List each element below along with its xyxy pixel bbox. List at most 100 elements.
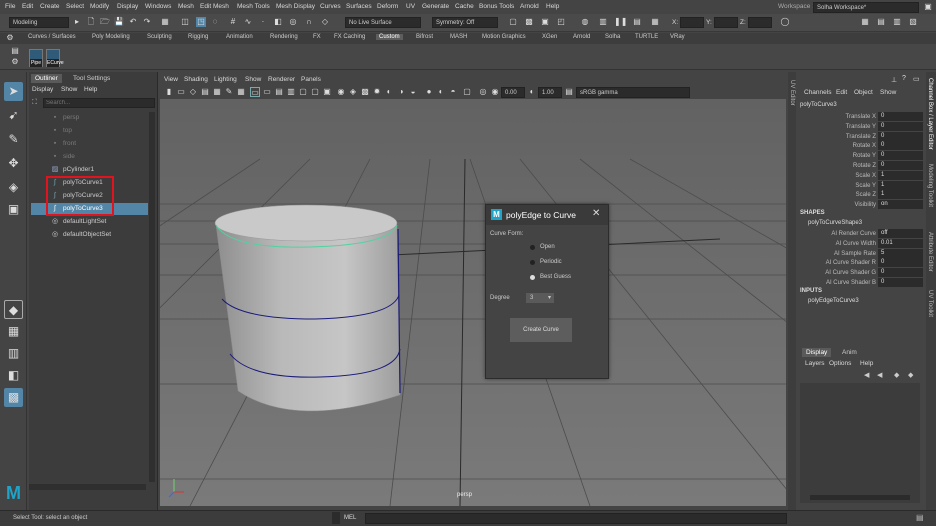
- undo-icon[interactable]: ↶: [128, 17, 138, 27]
- mel-command-input[interactable]: [365, 513, 787, 524]
- radio-best-guess[interactable]: [530, 275, 535, 280]
- radio-periodic[interactable]: [530, 260, 535, 265]
- shape-channel-value[interactable]: 0: [878, 278, 923, 287]
- outliner-row-persp[interactable]: ▪ persp: [31, 112, 148, 124]
- channel-value[interactable]: 0: [878, 161, 923, 170]
- ipr-icon[interactable]: ▣: [540, 17, 550, 27]
- layer-menu-layers[interactable]: Layers: [805, 360, 825, 367]
- shelf-tab-curves-surfaces[interactable]: Curves / Surfaces: [28, 34, 76, 40]
- viewport-menu-shading[interactable]: Shading: [184, 76, 208, 83]
- resolution-gate-icon[interactable]: ▭: [262, 87, 272, 97]
- camera-attr-icon[interactable]: ▭: [176, 87, 186, 97]
- persp-outliner-icon[interactable]: ◧: [4, 366, 23, 385]
- lasso-tool-icon[interactable]: ➹: [4, 106, 23, 125]
- xray-components-icon[interactable]: ▢: [462, 87, 472, 97]
- shelf-tab-bifrost[interactable]: Bifrost: [416, 34, 433, 40]
- shelf-tab-motion-graphics[interactable]: Motion Graphics: [482, 34, 526, 40]
- smooth-shade-icon[interactable]: ◉: [336, 87, 346, 97]
- channel-row[interactable]: Translate Y0: [798, 121, 924, 132]
- tab-channel-box[interactable]: Channel Box / Layer Editor: [927, 78, 933, 150]
- channel-menu-show[interactable]: Show: [880, 89, 896, 96]
- script-editor-toggle[interactable]: [332, 512, 340, 524]
- scale-tool-icon[interactable]: ▣: [4, 200, 23, 219]
- menu-curves[interactable]: Curves: [320, 3, 341, 10]
- shelf-tab-arnold[interactable]: Arnold: [573, 34, 590, 40]
- help-icon[interactable]: ?: [902, 75, 906, 82]
- render-view-icon[interactable]: ▥: [598, 17, 608, 27]
- workspace-dropdown[interactable]: Solha Workspace*: [813, 2, 919, 13]
- tool-settings-icon[interactable]: ▥: [892, 17, 902, 27]
- channel-menu-edit[interactable]: Edit: [836, 89, 847, 96]
- hypershade-icon[interactable]: ◍: [580, 17, 590, 27]
- ecurve-shelf-button[interactable]: ECurve: [46, 49, 64, 67]
- shape-channel-row[interactable]: AI Curve Shader G0: [798, 268, 924, 278]
- channel-value[interactable]: 1: [878, 180, 923, 190]
- dock-icon[interactable]: ▭: [913, 75, 920, 83]
- shelf-tab-fx[interactable]: FX: [313, 34, 321, 40]
- shape-channel-row[interactable]: AI Render Curve off: [798, 229, 924, 239]
- move-layer-up-icon[interactable]: ◀: [864, 371, 869, 379]
- expand-icon[interactable]: ▸: [72, 17, 82, 27]
- tab-outliner[interactable]: Outliner: [31, 74, 62, 83]
- outliner-row-front[interactable]: ▪ front: [31, 138, 148, 150]
- radio-open[interactable]: [530, 245, 535, 250]
- channel-menu-channels[interactable]: Channels: [804, 89, 831, 96]
- grease-pencil-icon[interactable]: ✎: [224, 87, 234, 97]
- shelf-tab-poly-modeling[interactable]: Poly Modeling: [92, 34, 130, 40]
- degree-dropdown[interactable]: 3 ▾: [526, 293, 554, 303]
- channel-row[interactable]: Scale Z1: [798, 190, 924, 200]
- exposure-icon[interactable]: ◉: [490, 87, 500, 97]
- viewport-menu-show[interactable]: Show: [245, 76, 261, 83]
- menu-display[interactable]: Display: [117, 3, 138, 10]
- outliner-hscrollbar[interactable]: [29, 484, 146, 490]
- close-icon[interactable]: ✕: [592, 208, 600, 219]
- select-hierarchy-icon[interactable]: ▦: [160, 17, 170, 27]
- channel-value[interactable]: 0: [878, 131, 923, 141]
- inspector-icon[interactable]: ▤: [632, 17, 642, 27]
- film-gate-icon[interactable]: ▭: [250, 87, 260, 97]
- channel-value[interactable]: 1: [878, 170, 923, 180]
- menu-modify[interactable]: Modify: [90, 3, 109, 10]
- shape-channel-value[interactable]: off: [878, 229, 923, 238]
- shape-channel-row[interactable]: AI Sample Rate 5: [798, 248, 924, 259]
- four-view-icon[interactable]: ▦: [4, 322, 23, 341]
- menu-help[interactable]: Help: [546, 3, 559, 10]
- cylinder-body[interactable]: [215, 224, 401, 412]
- channel-row[interactable]: Translate Z0: [798, 131, 924, 142]
- safe-title-icon[interactable]: ▢: [310, 87, 320, 97]
- shelf-tab-xgen[interactable]: XGen: [542, 34, 557, 40]
- lock-icon[interactable]: ▣: [923, 2, 933, 12]
- channel-row[interactable]: Scale Y1: [798, 180, 924, 191]
- shape-channel-value[interactable]: 0: [878, 258, 923, 268]
- viewport[interactable]: persp: [160, 99, 786, 506]
- layout-icon[interactable]: ▩: [4, 388, 23, 407]
- gamma-icon[interactable]: ◐: [527, 87, 537, 97]
- shelf-options-icon[interactable]: ⚙: [10, 57, 20, 67]
- two-view-icon[interactable]: ▥: [4, 344, 23, 363]
- construction-icon[interactable]: ◇: [320, 17, 330, 27]
- channel-row[interactable]: Translate X0: [798, 112, 924, 122]
- shelf-tab-turtle[interactable]: TURTLE: [635, 34, 658, 40]
- render-frame-icon[interactable]: ▢: [508, 17, 518, 27]
- wireframe-on-shaded-icon[interactable]: ◈: [348, 87, 358, 97]
- channel-box-icon[interactable]: ▧: [908, 17, 918, 27]
- mel-label[interactable]: MEL: [344, 515, 356, 521]
- shelf-settings-icon[interactable]: ⚙: [5, 33, 15, 43]
- outliner-row-top[interactable]: ▪ top: [31, 125, 148, 137]
- outliner-scrollbar[interactable]: [149, 112, 155, 482]
- rotate-tool-icon[interactable]: ◈: [4, 178, 23, 197]
- outliner-row-pcylinder1[interactable]: ▨ pCylinder1: [31, 164, 148, 176]
- menu-deform[interactable]: Deform: [377, 3, 398, 10]
- shelf-tab-solha[interactable]: Solha: [605, 34, 620, 40]
- 2d-pan-icon[interactable]: ▦: [212, 87, 222, 97]
- channel-row[interactable]: Scale X1: [798, 170, 924, 181]
- move-tool-icon[interactable]: ✥: [4, 154, 23, 173]
- attribute-editor-icon[interactable]: ▤: [876, 17, 886, 27]
- create-curve-button[interactable]: Create Curve: [510, 318, 572, 342]
- channel-value[interactable]: 0: [878, 121, 923, 131]
- pause-icon[interactable]: ❚❚: [614, 17, 627, 27]
- viewport-menu-renderer[interactable]: Renderer: [268, 76, 295, 83]
- viewport-menu-view[interactable]: View: [164, 76, 178, 83]
- shape-channel-value[interactable]: 5: [878, 248, 923, 258]
- channel-row[interactable]: Rotate Y0: [798, 151, 924, 161]
